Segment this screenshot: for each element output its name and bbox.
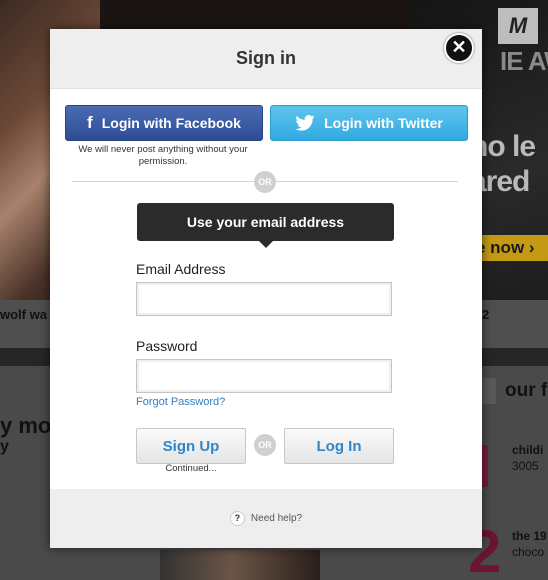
facebook-login-label: Login with Facebook	[101, 115, 241, 131]
need-help-label: Need help?	[250, 513, 303, 524]
email-tooltip: Use your email address	[137, 203, 394, 248]
facebook-icon: f	[87, 113, 93, 132]
background-right-item-2-sub: choco	[512, 545, 545, 559]
close-icon[interactable]: ✕	[444, 33, 474, 63]
log-in-button[interactable]: Log In	[284, 428, 394, 464]
background-chevron	[480, 378, 496, 404]
modal-header: Sign in	[50, 29, 482, 89]
mtv-logo: M	[498, 8, 538, 44]
sign-in-modal: Sign in f Login with Facebook Login with…	[50, 29, 482, 548]
forgot-password-link[interactable]: Forgot Password?	[136, 396, 225, 408]
or-buttons-badge: OR	[254, 434, 276, 456]
sign-up-button[interactable]: Sign Up	[136, 428, 246, 464]
background-right-title: our f	[505, 380, 548, 401]
background-right-item-1-title: childi	[512, 443, 544, 457]
background-right-item-2: the 19 choco	[512, 528, 547, 560]
email-label: Email Address	[136, 261, 226, 277]
twitter-login-button[interactable]: Login with Twitter	[270, 105, 468, 141]
twitter-login-label: Login with Twitter	[324, 115, 443, 131]
background-strip-text-right: 2	[482, 307, 490, 322]
background-strip-text-left: wolf wa	[0, 307, 47, 322]
help-icon: ?	[229, 511, 245, 526]
email-input[interactable]	[136, 282, 392, 316]
password-input[interactable]	[136, 359, 392, 393]
background-right-item-1-sub: 3005	[512, 459, 539, 473]
facebook-login-button[interactable]: f Login with Facebook	[65, 105, 263, 141]
password-label: Password	[136, 338, 198, 354]
modal-footer: ? Need help?	[50, 489, 482, 548]
need-help-link[interactable]: ? Need help?	[229, 511, 303, 526]
twitter-icon	[295, 115, 315, 131]
continued-label: Continued...	[165, 463, 217, 474]
modal-title: Sign in	[236, 48, 296, 68]
background-photo-bottom	[160, 550, 320, 580]
background-award-text: IE AW	[500, 46, 548, 76]
background-right-item-1: childi 3005	[512, 442, 543, 474]
or-divider-badge: OR	[254, 171, 276, 193]
background-right-item-2-title: the 19	[512, 529, 547, 543]
facebook-privacy-note: We will never post anything without your…	[78, 144, 248, 167]
background-left-text-2: y	[0, 438, 9, 455]
